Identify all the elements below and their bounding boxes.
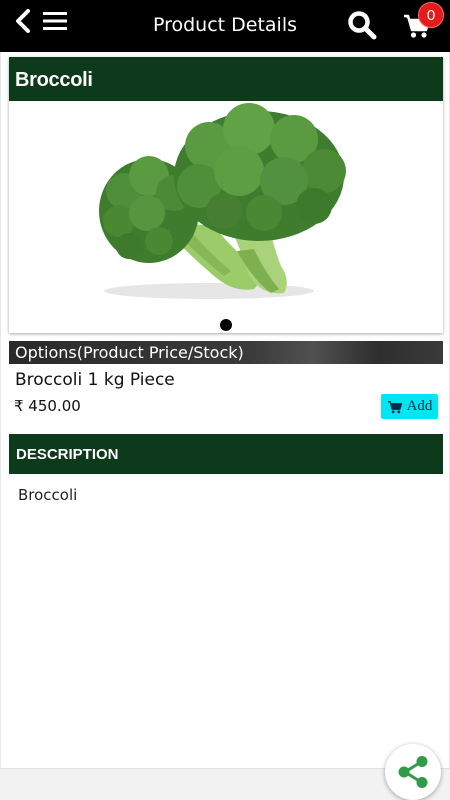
product-card: Broccoli: [9, 57, 443, 333]
options-header: Options(Product Price/Stock): [9, 341, 443, 364]
broccoli-image: [99, 103, 346, 299]
bottom-strip: [0, 768, 450, 800]
cart-count-badge: 0: [418, 2, 444, 28]
description-text: Broccoli: [18, 486, 78, 504]
page-title: Product Details: [152, 14, 298, 36]
product-details-content: Broccoli Options(Product Price/Stock) Br…: [0, 52, 450, 768]
share-button[interactable]: [385, 744, 441, 800]
description-header: DESCRIPTION: [9, 434, 443, 474]
add-to-cart-button[interactable]: Add: [381, 394, 438, 419]
option-item-name: Broccoli 1 kg Piece: [15, 370, 175, 390]
carousel-dot[interactable]: [220, 319, 232, 331]
cart-icon: [387, 400, 402, 413]
search-icon[interactable]: [347, 10, 377, 40]
product-title: Broccoli: [9, 57, 443, 101]
add-button-label: Add: [406, 398, 433, 414]
top-app-bar: Product Details 0: [0, 0, 450, 52]
option-price: ₹ 450.00: [14, 397, 81, 415]
broccoli-floret-right: [174, 103, 346, 241]
share-icon: [398, 756, 428, 788]
